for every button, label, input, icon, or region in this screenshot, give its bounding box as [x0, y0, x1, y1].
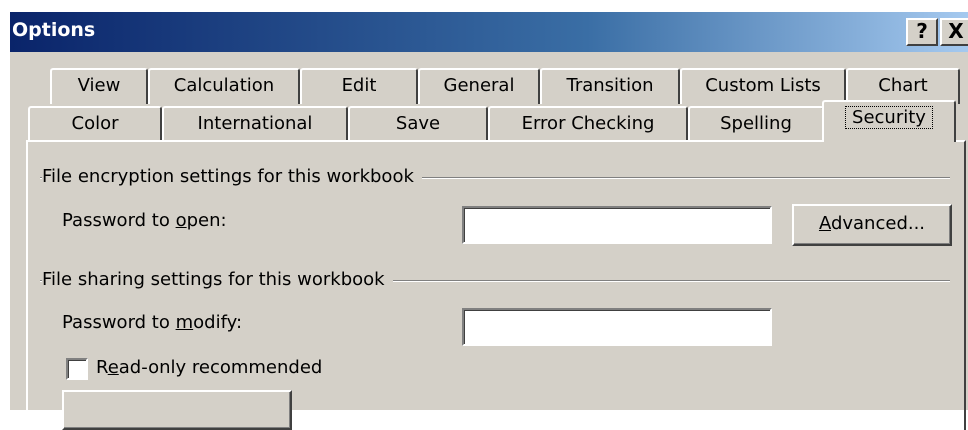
digital-signatures-button[interactable] — [62, 390, 292, 430]
close-button[interactable]: X — [940, 18, 968, 46]
tab-save[interactable]: Save — [348, 106, 488, 142]
tab-edit[interactable]: Edit — [300, 68, 418, 104]
help-button[interactable]: ? — [906, 18, 938, 46]
password-open-input[interactable] — [462, 206, 772, 244]
password-modify-input[interactable] — [462, 308, 772, 346]
readonly-label[interactable]: Read-only recommended — [96, 357, 322, 378]
tab-transition[interactable]: Transition — [540, 68, 680, 104]
options-dialog: Options ? X View Calculation Edit Genera… — [8, 10, 968, 430]
tab-calculation[interactable]: Calculation — [148, 68, 300, 104]
sharing-group-label: File sharing settings for this workbook — [42, 269, 393, 290]
tab-view[interactable]: View — [50, 68, 148, 104]
tab-custom-lists[interactable]: Custom Lists — [680, 68, 846, 104]
tab-general[interactable]: General — [418, 68, 540, 104]
tab-chart[interactable]: Chart — [846, 68, 960, 104]
tab-international[interactable]: International — [162, 106, 348, 142]
tab-color[interactable]: Color — [28, 106, 162, 142]
tab-security-label: Security — [845, 106, 933, 129]
tab-security[interactable]: Security — [822, 100, 956, 142]
window-title: Options — [12, 19, 96, 41]
readonly-checkbox[interactable] — [66, 358, 88, 380]
tab-error-checking[interactable]: Error Checking — [488, 106, 688, 142]
tab-spelling[interactable]: Spelling — [688, 106, 824, 142]
title-bar[interactable]: Options ? X — [10, 12, 968, 52]
advanced-button[interactable]: Advanced... — [792, 204, 952, 246]
encryption-group-label: File encryption settings for this workbo… — [42, 166, 422, 187]
password-modify-label: Password to modify: — [62, 312, 243, 333]
password-open-label: Password to open: — [62, 210, 227, 231]
